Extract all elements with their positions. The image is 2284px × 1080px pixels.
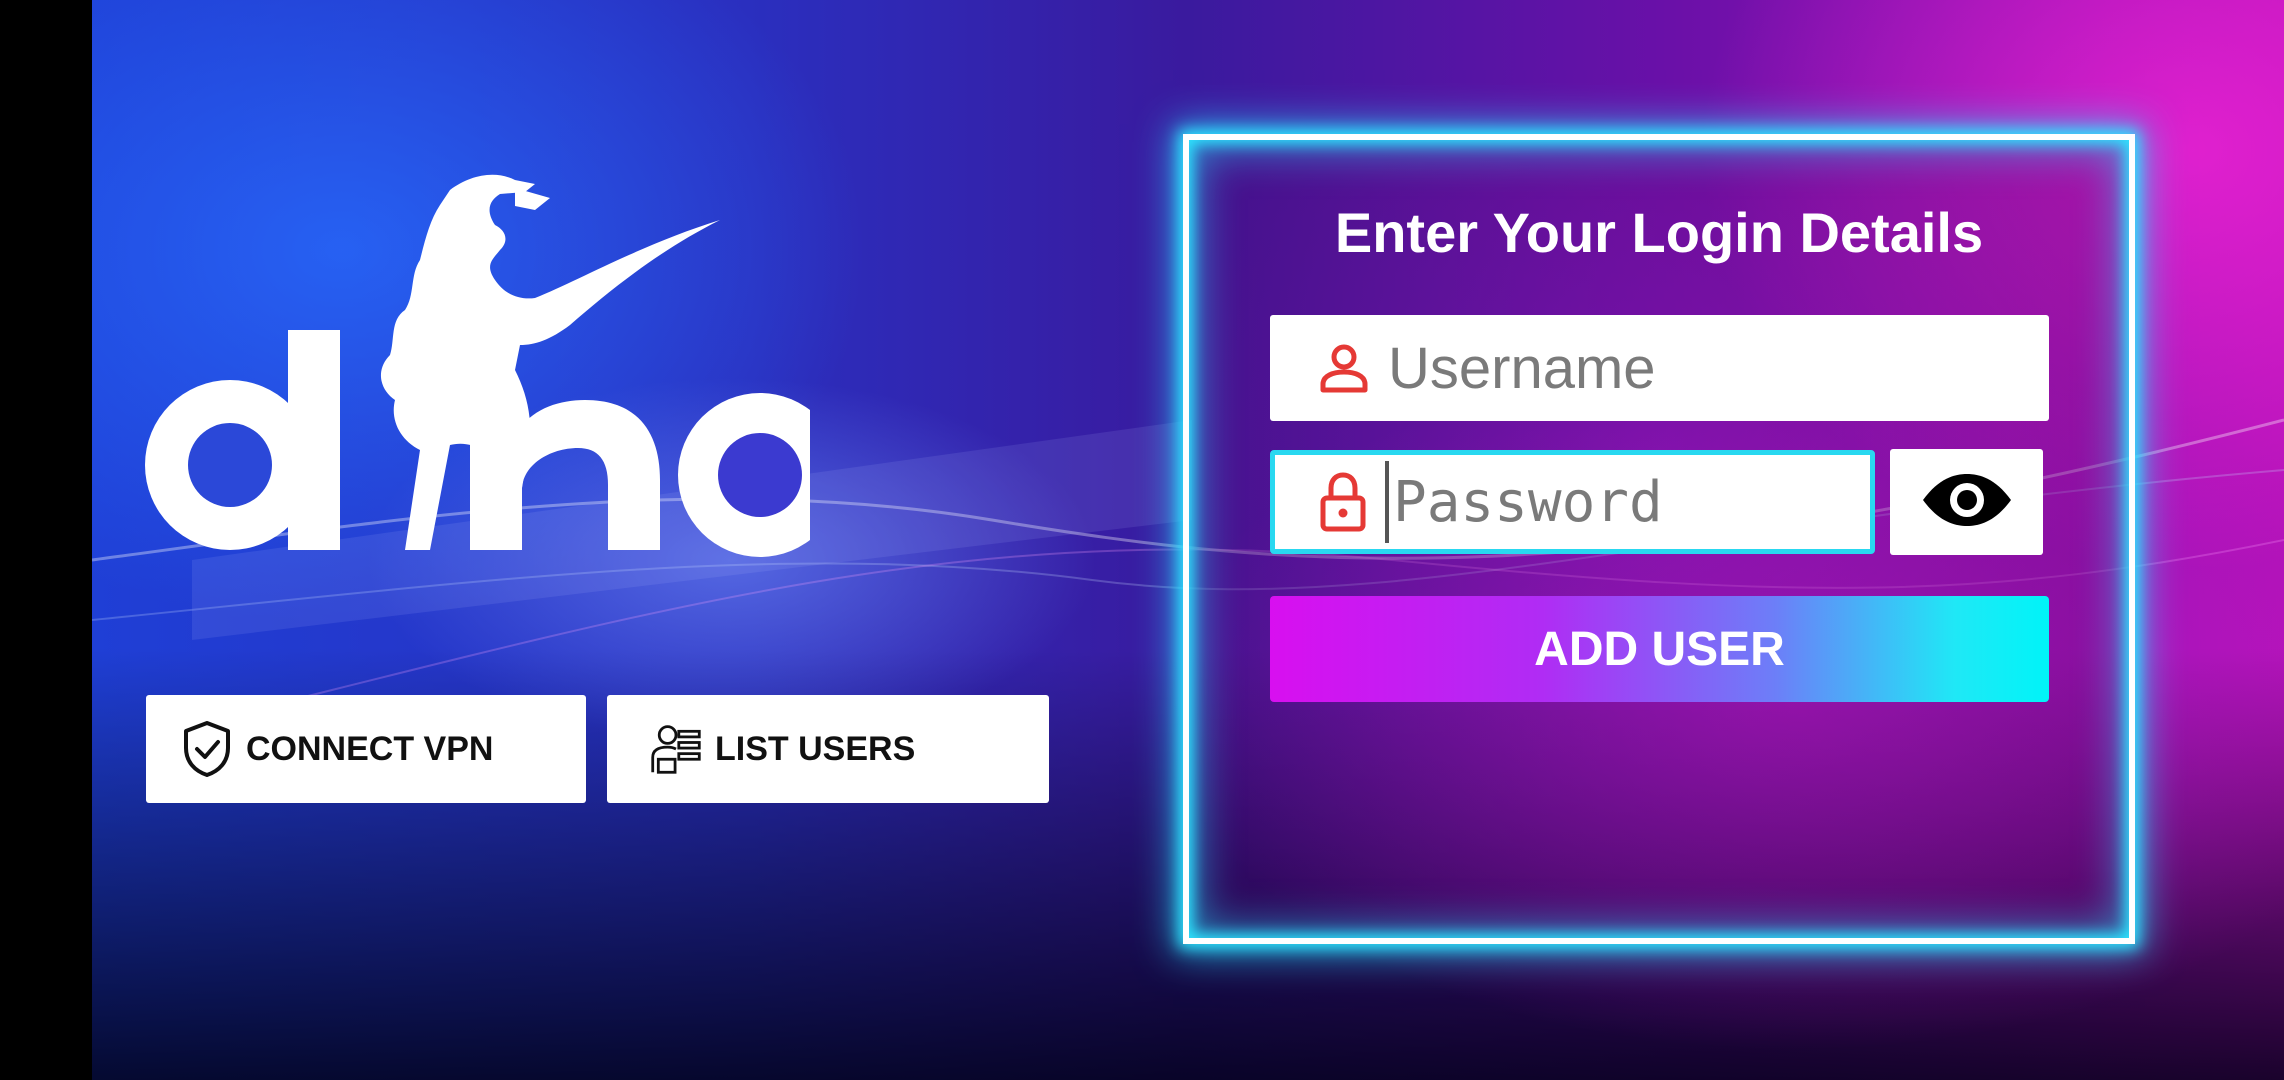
list-users-label: LIST USERS	[715, 729, 916, 768]
shield-check-icon	[180, 720, 234, 778]
login-title: Enter Your Login Details	[1334, 201, 1984, 264]
add-user-label: ADD USER	[1534, 622, 1785, 676]
toggle-password-visibility-button[interactable]	[1890, 449, 2043, 555]
password-input[interactable]	[1385, 461, 1865, 543]
dinosaur-logo-icon	[380, 174, 720, 550]
password-field[interactable]	[1270, 450, 1875, 554]
user-list-icon	[649, 720, 703, 778]
add-user-button[interactable]: ADD USER	[1270, 596, 2049, 702]
list-users-button[interactable]: LIST USERS	[607, 695, 1049, 803]
connect-vpn-button[interactable]: CONNECT VPN	[146, 695, 586, 803]
username-field[interactable]	[1270, 315, 2049, 421]
eye-icon	[1921, 472, 2013, 533]
lock-icon	[1311, 470, 1375, 534]
connect-vpn-label: CONNECT VPN	[246, 729, 494, 768]
username-input[interactable]	[1386, 327, 2030, 409]
person-icon	[1312, 336, 1376, 400]
